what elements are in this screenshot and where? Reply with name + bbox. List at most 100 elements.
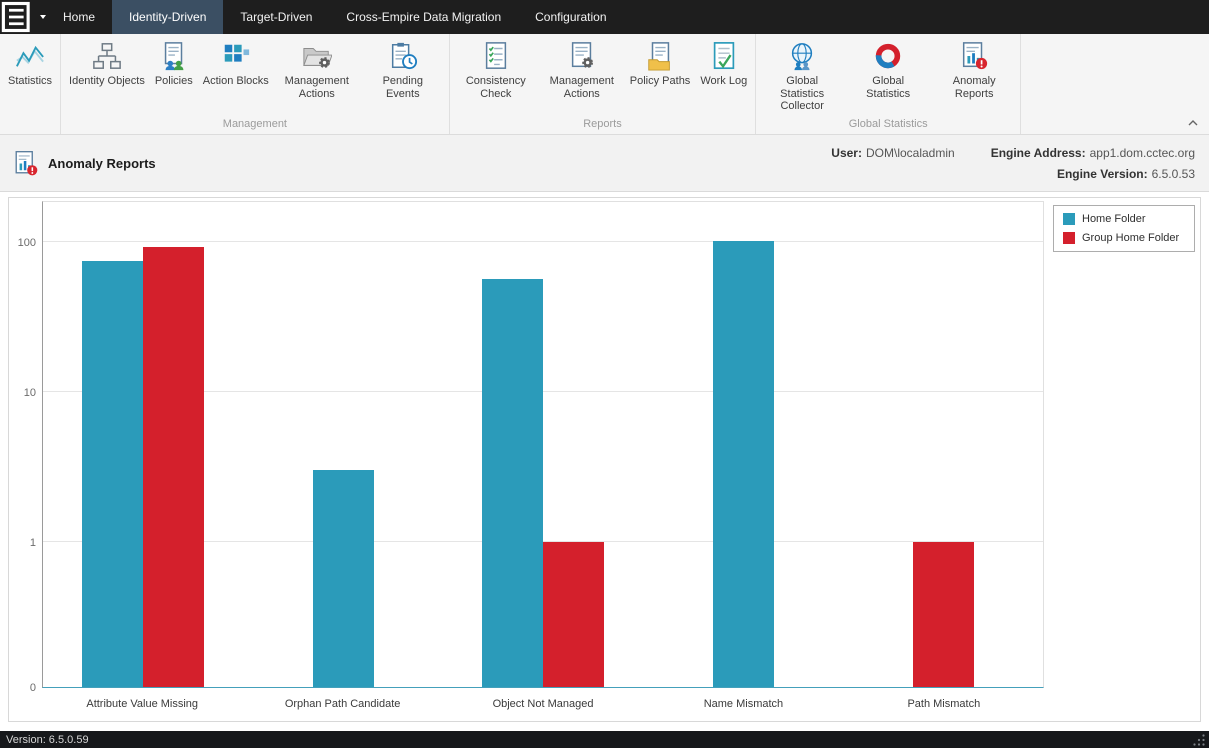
legend-swatch (1063, 213, 1075, 225)
ribbon-group-label: Global Statistics (756, 116, 1020, 134)
content-area: 0110100 Attribute Value MissingOrphan Pa… (0, 192, 1209, 731)
ribbon-group-statistics: Statistics (0, 34, 61, 134)
ribbon-button-label: Pending Events (365, 75, 441, 100)
ribbon-button-policies[interactable]: Policies (150, 39, 198, 90)
ribbon-button-pending-events[interactable]: Pending Events (360, 39, 446, 102)
document-gear-icon (567, 41, 597, 71)
ribbon-button-policy-paths[interactable]: Policy Paths (625, 39, 696, 90)
bar (543, 542, 604, 687)
ribbon-button-anomaly-reports[interactable]: Anomaly Reports (931, 39, 1017, 102)
user-value: DOM\localadmin (866, 146, 955, 160)
anomaly-report-icon (959, 41, 989, 71)
page-header: Anomaly Reports User: DOM\localadmin Engi… (0, 135, 1209, 192)
action-blocks-icon (221, 41, 251, 71)
menu-item-target-driven[interactable]: Target-Driven (223, 0, 329, 34)
user-label: User: (831, 146, 862, 160)
category-cell (843, 202, 1043, 687)
y-axis-tick-label: 1 (30, 537, 36, 549)
bar (713, 241, 774, 687)
ribbon-collapse-button[interactable] (1185, 117, 1201, 129)
engine-version-info: Engine Version: 6.5.0.53 (1057, 167, 1195, 181)
chart-legend: Home Folder Group Home Folder (1053, 205, 1195, 252)
chart-bars-layer (43, 202, 1043, 687)
menu-item-home[interactable]: Home (46, 0, 112, 34)
category-cell (443, 202, 643, 687)
menubar: Home Identity-Driven Target-Driven Cross… (0, 0, 1209, 34)
ribbon-group-label: Reports (450, 116, 755, 134)
ribbon-group-label: Management (61, 116, 449, 134)
ribbon-button-label: Policies (155, 75, 193, 88)
checklist-document-icon (481, 41, 511, 71)
ribbon-button-consistency-check[interactable]: Consistency Check (453, 39, 539, 102)
ribbon-button-label: Policy Paths (630, 75, 691, 88)
folder-gear-icon (302, 41, 332, 71)
chart-plot-area: 0110100 (42, 201, 1044, 688)
ribbon-button-global-statistics-collector[interactable]: Global Statistics Collector (759, 39, 845, 115)
category-cell (243, 202, 443, 687)
ribbon-button-label: Consistency Check (458, 75, 534, 100)
donut-chart-icon (873, 41, 903, 71)
ribbon-group-global-statistics: Global Statistics Collector Global Stati… (756, 34, 1021, 134)
category-label: Name Mismatch (643, 690, 843, 710)
clipboard-clock-icon (388, 41, 418, 71)
identity-objects-icon (92, 41, 122, 71)
ribbon-button-label: Work Log (700, 75, 747, 88)
app-menu-button[interactable] (0, 0, 46, 34)
ribbon-button-label: Management Actions (544, 75, 620, 100)
y-axis-tick-label: 10 (24, 387, 36, 399)
statistics-icon (15, 41, 45, 71)
category-cell (43, 202, 243, 687)
version-text: Version: 6.5.0.59 (6, 734, 89, 746)
ribbon-button-label: Identity Objects (69, 75, 145, 88)
legend-label: Home Folder (1082, 213, 1146, 225)
ribbon-group-reports: Consistency Check Management Actions Pol… (450, 34, 756, 134)
engine-address-value: app1.dom.cctec.org (1090, 146, 1195, 160)
engine-version-value: 6.5.0.53 (1152, 167, 1195, 181)
legend-item: Group Home Folder (1063, 232, 1185, 244)
policies-icon (159, 41, 189, 71)
ribbon-group-management: Identity Objects Policies Action Blocks … (61, 34, 450, 134)
legend-item: Home Folder (1063, 213, 1185, 225)
bar (313, 470, 374, 687)
chevron-up-icon (1188, 120, 1198, 126)
statusbar: Version: 6.5.0.59 (0, 731, 1209, 748)
anomaly-chart: 0110100 Attribute Value MissingOrphan Pa… (8, 197, 1201, 722)
category-label: Path Mismatch (844, 690, 1044, 710)
resize-grip-icon[interactable] (1193, 734, 1205, 746)
ribbon-button-management-actions-report[interactable]: Management Actions (539, 39, 625, 102)
ribbon-button-action-blocks[interactable]: Action Blocks (198, 39, 274, 90)
engine-version-label: Engine Version: (1057, 167, 1148, 181)
menu-item-configuration[interactable]: Configuration (518, 0, 623, 34)
ribbon-button-management-actions[interactable]: Management Actions (274, 39, 360, 102)
ribbon-button-label: Statistics (8, 75, 52, 88)
page-title: Anomaly Reports (48, 156, 156, 171)
ribbon-button-label: Global Statistics Collector (764, 75, 840, 113)
ribbon-button-label: Anomaly Reports (936, 75, 1012, 100)
list-icon (0, 0, 36, 35)
ribbon-group-label (0, 116, 60, 134)
menu-item-identity-driven[interactable]: Identity-Driven (112, 0, 223, 34)
ribbon-button-identity-objects[interactable]: Identity Objects (64, 39, 150, 90)
ribbon-button-statistics[interactable]: Statistics (3, 39, 57, 90)
bar (82, 261, 143, 687)
bar (913, 542, 974, 687)
category-label: Object Not Managed (443, 690, 643, 710)
ribbon-button-label: Global Statistics (850, 75, 926, 100)
document-check-icon (709, 41, 739, 71)
anomaly-report-icon (12, 150, 39, 177)
legend-swatch (1063, 232, 1075, 244)
ribbon-button-label: Management Actions (279, 75, 355, 100)
user-info: User: DOM\localadmin (831, 146, 954, 160)
engine-address-label: Engine Address: (991, 146, 1086, 160)
legend-label: Group Home Folder (1082, 232, 1179, 244)
document-folder-icon (645, 41, 675, 71)
y-axis-tick-label: 100 (18, 237, 36, 249)
category-label: Attribute Value Missing (42, 690, 242, 710)
menu-item-cross-empire-data-migration[interactable]: Cross-Empire Data Migration (329, 0, 518, 34)
ribbon: Statistics Identity Objects Policies Act… (0, 34, 1209, 135)
category-label: Orphan Path Candidate (242, 690, 442, 710)
ribbon-button-global-statistics[interactable]: Global Statistics (845, 39, 931, 102)
ribbon-button-work-log[interactable]: Work Log (695, 39, 752, 90)
bar (143, 247, 204, 687)
engine-address-info: Engine Address: app1.dom.cctec.org (991, 146, 1195, 160)
